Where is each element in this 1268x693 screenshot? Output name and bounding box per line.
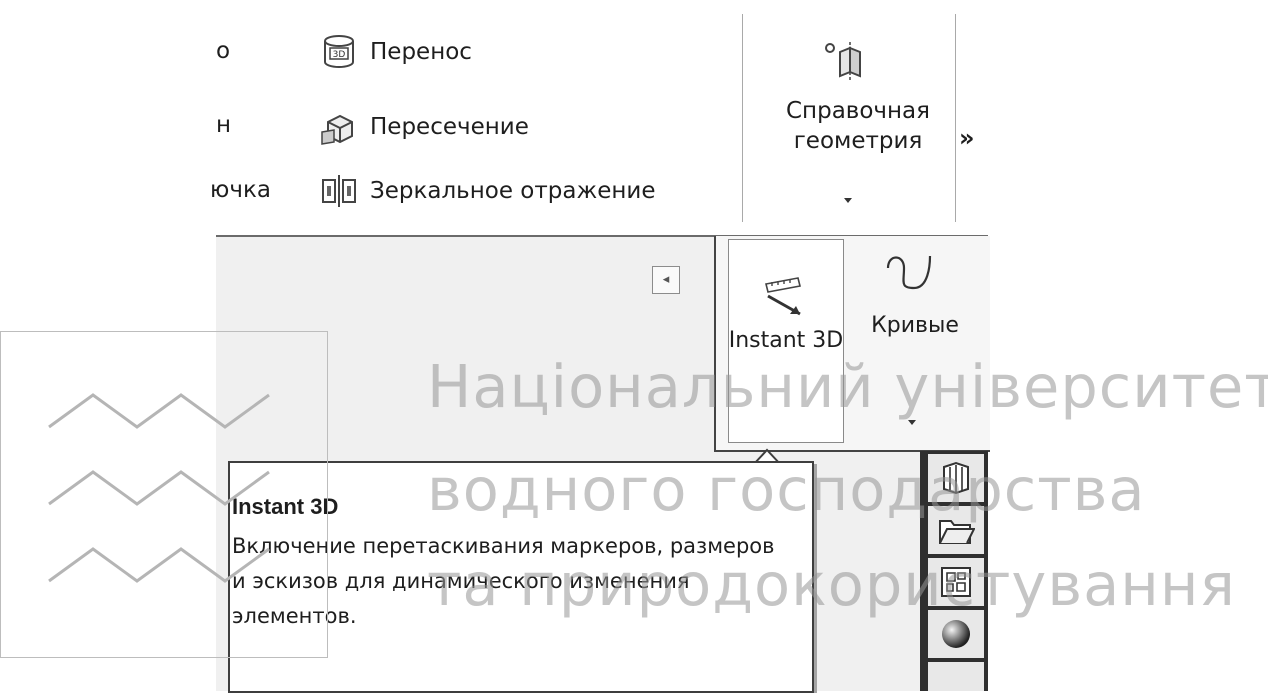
reference-geometry-button[interactable]: Справочная геометрия (758, 96, 958, 156)
ribbon-cut-label-1: о (216, 38, 231, 64)
more-tools-button[interactable]: » (959, 124, 975, 152)
ribbon-cut-label-2: н (216, 112, 232, 138)
curves-icon (880, 248, 950, 300)
collapse-panel-icon[interactable]: ◂ (652, 266, 680, 294)
instant3d-label: Instant 3D (728, 328, 844, 353)
ribbon-cut-label-3: ючка (210, 177, 271, 203)
watermark-line-2: водного господарства (427, 455, 1146, 524)
mirror-icon (320, 172, 358, 210)
curves-label: Кривые (871, 313, 959, 338)
ribbon-separator (742, 14, 743, 222)
watermark-line-3: та природокористування (427, 550, 1236, 619)
move-copy-button[interactable]: 3D Перенос (320, 33, 472, 71)
reference-geometry-label: Справочная геометрия (786, 98, 930, 154)
intersect-button[interactable]: Пересечение (320, 108, 529, 146)
reference-geometry-icon (818, 40, 870, 86)
instant3d-icon (760, 270, 812, 326)
watermark-line-1: Національний університет (427, 352, 1268, 421)
custom-properties-icon[interactable] (928, 662, 984, 691)
watermark-logo (0, 331, 328, 658)
intersect-icon (320, 108, 358, 146)
intersect-label: Пересечение (370, 114, 529, 140)
move-copy-label: Перенос (370, 39, 472, 65)
curves-button[interactable]: Кривые (853, 313, 977, 338)
reference-geometry-dropdown-icon[interactable] (844, 198, 852, 203)
mirror-button[interactable]: Зеркальное отражение (320, 172, 655, 210)
mirror-label: Зеркальное отражение (370, 178, 656, 204)
svg-text:3D: 3D (333, 50, 346, 60)
move-copy-body-icon: 3D (320, 33, 358, 71)
